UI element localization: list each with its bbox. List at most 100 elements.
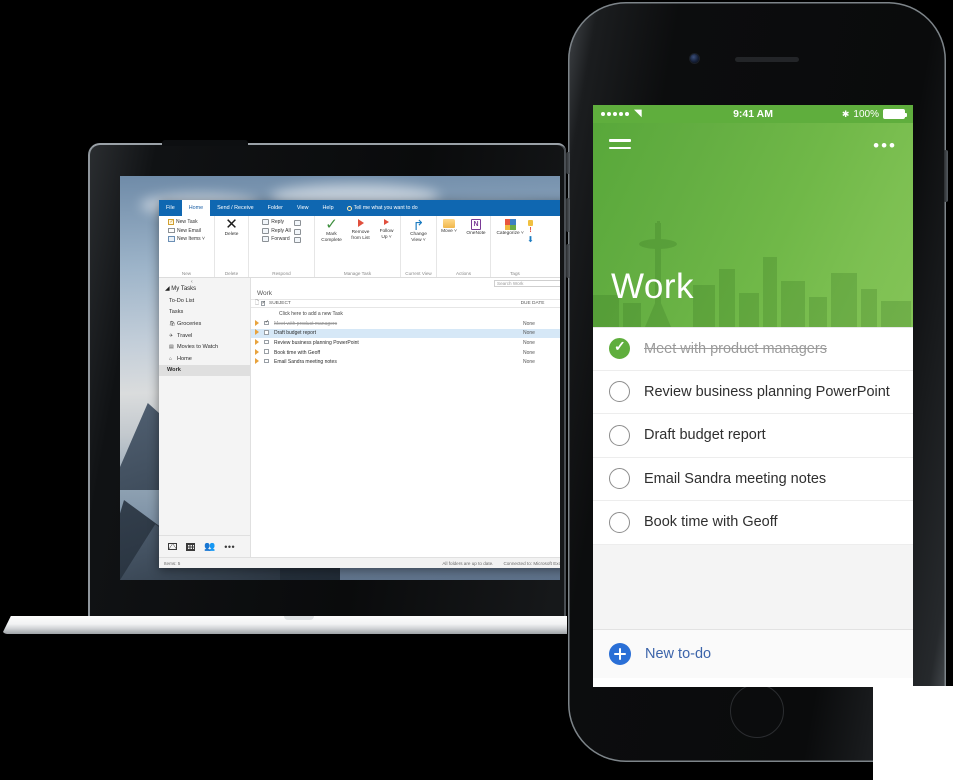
- delete-button[interactable]: ✕ Delete: [219, 217, 245, 238]
- list-item[interactable]: Review business planning PowerPoint: [593, 370, 913, 414]
- column-header-subject[interactable]: SUBJECT: [267, 301, 521, 306]
- reply-all-button[interactable]: Reply All: [262, 227, 291, 234]
- table-row[interactable]: Draft budget report None: [251, 328, 560, 339]
- new-email-button[interactable]: New Email: [168, 228, 205, 234]
- sidebar-item-movies-to-watch[interactable]: ▤ Movies to Watch: [159, 341, 250, 353]
- new-todo-label: New to-do: [645, 645, 712, 662]
- tab-file[interactable]: File: [159, 200, 182, 216]
- list-item[interactable]: Email Sandra meeting notes: [593, 457, 913, 501]
- complete-checkbox[interactable]: [264, 358, 269, 364]
- high-importance-icon[interactable]: !: [529, 227, 531, 234]
- hamburger-icon[interactable]: [609, 139, 631, 154]
- remove-from-list-button[interactable]: Remove from List: [348, 219, 374, 241]
- private-lock-icon[interactable]: [527, 220, 533, 226]
- complete-checkbox[interactable]: [264, 349, 269, 354]
- ribbon-tab-bar: File Home Send / Receive Folder View Hel…: [159, 200, 560, 216]
- delete-respond-icon[interactable]: [293, 237, 301, 243]
- follow-up-button[interactable]: Follow Up ˅: [377, 219, 397, 240]
- checkbox-circle-icon[interactable]: [609, 511, 630, 533]
- silent-switch[interactable]: [566, 152, 570, 174]
- search-input[interactable]: Search Work: [494, 279, 560, 288]
- more-dots-icon[interactable]: •••: [224, 542, 235, 551]
- complete-checkbox[interactable]: [264, 319, 269, 326]
- flag-icon[interactable]: [255, 319, 259, 326]
- forward-button[interactable]: Forward: [262, 236, 290, 242]
- flag-icon[interactable]: [255, 348, 259, 355]
- list-item[interactable]: Meet with product managers: [593, 327, 913, 371]
- sidebar-item-to-do-list[interactable]: To-Do List: [159, 295, 250, 307]
- tab-home[interactable]: Home: [181, 200, 211, 216]
- change-view-button[interactable]: ↱ Change View ˅: [406, 218, 432, 243]
- onenote-button[interactable]: N OneNote: [463, 219, 489, 237]
- flag-icon[interactable]: [255, 358, 259, 365]
- group-label-actions: Actions: [455, 271, 472, 276]
- volume-down-button[interactable]: [566, 244, 570, 278]
- complete-checkbox[interactable]: [264, 339, 269, 345]
- todo-list: Meet with product managers Review busine…: [593, 327, 913, 678]
- collapse-ribbon-icon[interactable]: ‹: [191, 279, 193, 285]
- mail-icon[interactable]: [168, 543, 177, 550]
- list-item[interactable]: Book time with Geoff: [593, 501, 913, 545]
- move-button[interactable]: Move ˅: [438, 219, 460, 235]
- table-row[interactable]: Book time with Geoff None: [251, 348, 560, 358]
- flag-icon[interactable]: [255, 329, 259, 336]
- list-item[interactable]: Draft budget report: [593, 414, 913, 458]
- power-button[interactable]: [944, 150, 948, 202]
- status-connection: Connected to: Microsoft Excha: [503, 560, 560, 566]
- more-respond-icon[interactable]: [293, 228, 301, 235]
- table-row[interactable]: Email Sandra meeting notes None: [251, 357, 560, 367]
- new-todo-button[interactable]: New to-do: [593, 629, 913, 678]
- laptop-hinge-nub: [162, 140, 248, 146]
- add-new-task-row[interactable]: Click here to add a new Task: [251, 308, 560, 319]
- tab-view[interactable]: View: [290, 200, 316, 216]
- ribbon-group-actions: Move ˅ N OneNote Actions: [437, 216, 491, 277]
- sidebar-item-tasks[interactable]: Tasks: [159, 307, 250, 319]
- low-importance-icon[interactable]: ⬇: [527, 236, 534, 244]
- ribbon-group-tags: Categorize ˅ ! ⬇ Tags: [491, 216, 539, 277]
- sidebar-item-work[interactable]: Work: [159, 364, 250, 377]
- tab-help[interactable]: Help: [316, 200, 341, 216]
- ribbon-group-current-view: ↱ Change View ˅ Current View: [401, 216, 437, 277]
- meeting-icon[interactable]: [293, 220, 301, 226]
- house-icon: ⌂: [169, 355, 173, 362]
- table-row[interactable]: Meet with product managers None: [251, 319, 560, 329]
- sidebar-item-home[interactable]: ⌂ Home: [159, 353, 250, 365]
- checkbox-circle-icon[interactable]: [609, 338, 630, 360]
- folder-group-header[interactable]: ◢ My Tasks: [159, 283, 250, 295]
- delete-label: Delete: [224, 232, 239, 237]
- tell-me-label: Tell me what you want to do: [353, 205, 418, 211]
- tab-send-receive[interactable]: Send / Receive: [210, 200, 261, 216]
- mark-complete-label: Mark Complete: [321, 232, 342, 243]
- tell-me-box[interactable]: Tell me what you want to do: [341, 200, 418, 216]
- volume-up-button[interactable]: [566, 198, 570, 232]
- reply-button[interactable]: Reply: [262, 219, 290, 225]
- column-header-due-date[interactable]: DUE DATE: [521, 301, 560, 306]
- new-task-button[interactable]: New Task: [168, 219, 205, 225]
- outlook-status-bar: Items: 5 All folders are up to date. Con…: [159, 557, 560, 568]
- home-button[interactable]: [730, 684, 784, 738]
- task-subject: Meet with product managers: [274, 320, 338, 327]
- sidebar-item-travel[interactable]: ✈ Travel: [159, 330, 250, 342]
- laptop-lid: File Home Send / Receive Folder View Hel…: [88, 140, 566, 630]
- ribbon-group-delete: ✕ Delete Delete: [215, 216, 249, 277]
- categorize-button[interactable]: Categorize ˅: [496, 219, 524, 237]
- tab-folder[interactable]: Folder: [261, 200, 290, 216]
- complete-checkbox[interactable]: [264, 330, 269, 335]
- new-items-button[interactable]: New Items ˅: [168, 236, 205, 242]
- sidebar-item-groceries[interactable]: 🛍 Groceries: [159, 318, 250, 330]
- flag-icon[interactable]: [255, 338, 259, 345]
- checkbox-circle-icon[interactable]: [609, 468, 630, 490]
- more-dots-icon[interactable]: •••: [873, 137, 897, 154]
- checkbox-circle-icon[interactable]: [609, 381, 630, 403]
- mark-complete-button[interactable]: ✓ Mark Complete: [319, 217, 345, 243]
- checkbox-circle-icon[interactable]: [609, 424, 630, 446]
- film-icon: ▤: [169, 344, 174, 351]
- sidebar-label: Movies to Watch: [177, 344, 219, 351]
- task-due-date: None: [523, 339, 535, 346]
- task-due-date: None: [523, 349, 535, 356]
- folder-move-icon: [443, 219, 455, 228]
- table-row[interactable]: Review business planning PowerPoint None: [251, 338, 560, 348]
- people-icon[interactable]: 👥: [204, 542, 215, 551]
- calendar-icon[interactable]: [186, 542, 195, 551]
- sidebar-label: Tasks: [169, 309, 184, 316]
